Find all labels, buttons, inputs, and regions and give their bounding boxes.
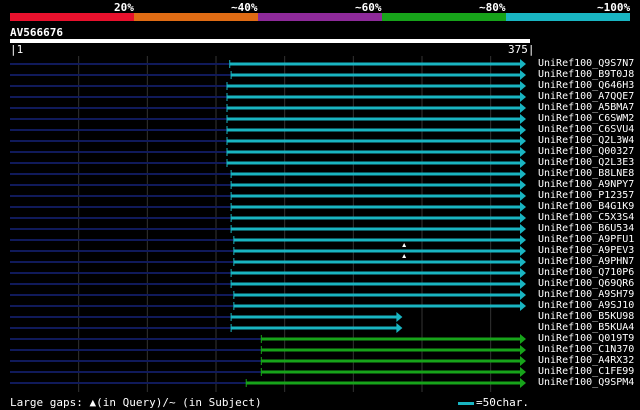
hit-bar[interactable] — [226, 117, 522, 121]
hit-bar[interactable] — [231, 183, 522, 187]
hit-arrow — [396, 312, 403, 322]
hit-bar[interactable] — [226, 95, 522, 99]
hit-bar[interactable] — [229, 62, 522, 66]
hit-arrow — [396, 323, 403, 333]
hit-bar[interactable] — [233, 304, 522, 308]
hit-bar[interactable] — [231, 326, 399, 330]
hit-label[interactable]: UniRef100_Q710P6 — [538, 267, 634, 278]
hit-bar[interactable] — [261, 370, 522, 374]
hit-label[interactable]: UniRef100_C5X3S4 — [538, 212, 634, 223]
hit-bar[interactable] — [246, 381, 523, 385]
hit-label[interactable]: UniRef100_C6SWM2 — [538, 113, 634, 124]
scale-legend: =50char. — [458, 396, 529, 409]
hit-label[interactable]: UniRef100_A5BMA7 — [538, 102, 634, 113]
hit-label[interactable]: UniRef100_C6SVU4 — [538, 124, 634, 135]
hit-label[interactable]: UniRef100_A9SH79 — [538, 289, 634, 300]
hit-label[interactable]: UniRef100_Q019T9 — [538, 333, 634, 344]
hit-bar[interactable] — [231, 73, 522, 77]
hit-bar[interactable] — [226, 84, 522, 88]
hit-bar[interactable] — [226, 128, 522, 132]
hit-label[interactable]: UniRef100_B4G1K9 — [538, 201, 634, 212]
hit-label[interactable]: UniRef100_B5KUA4 — [538, 322, 634, 333]
hit-arrow — [520, 224, 526, 234]
hit-arrow — [520, 301, 526, 311]
scale-swatch — [458, 401, 474, 405]
hit-bar[interactable] — [231, 205, 522, 209]
hit-bar[interactable] — [226, 161, 522, 165]
hit-label[interactable]: UniRef100_P12357 — [538, 190, 634, 201]
hit-arrow — [520, 268, 526, 278]
hit-arrow — [520, 191, 526, 201]
hit-arrow — [520, 235, 526, 245]
hit-label[interactable]: UniRef100_C1N370 — [538, 344, 634, 355]
hit-label[interactable]: UniRef100_A4RX32 — [538, 355, 634, 366]
hit-bar[interactable] — [231, 271, 522, 275]
hit-bar[interactable] — [231, 194, 522, 198]
hit-arrow — [520, 103, 526, 113]
hit-bar[interactable] — [226, 150, 522, 154]
query-gap-marker — [402, 254, 407, 258]
hit-arrow — [520, 70, 526, 80]
hit-arrow — [520, 81, 526, 91]
hit-arrow — [520, 345, 526, 355]
hit-arrow — [520, 367, 526, 377]
query-gap-marker — [402, 243, 407, 247]
hit-label[interactable]: UniRef100_Q2L3E3 — [538, 157, 634, 168]
hit-arrow — [520, 290, 526, 300]
hit-label[interactable]: UniRef100_Q9SPM4 — [538, 377, 634, 388]
hit-bar[interactable] — [261, 359, 522, 363]
hit-label[interactable]: UniRef100_B6U534 — [538, 223, 634, 234]
hit-arrow — [520, 213, 526, 223]
hit-label[interactable]: UniRef100_A9SJ10 — [538, 300, 634, 311]
hit-arrow — [520, 246, 526, 256]
hit-bar[interactable] — [261, 348, 522, 352]
hit-label[interactable]: UniRef100_A9PFU1 — [538, 234, 634, 245]
scale-legend-text: =50char. — [476, 396, 529, 409]
hit-bar[interactable] — [231, 282, 522, 286]
hit-bar[interactable] — [233, 238, 522, 242]
hit-label[interactable]: UniRef100_B5KU98 — [538, 311, 634, 322]
hit-arrow — [520, 257, 526, 267]
hit-label[interactable]: UniRef100_A7QQE7 — [538, 91, 634, 102]
gaps-legend: Large gaps: ▲(in Query)/~ (in Subject) — [10, 396, 262, 409]
hit-arrow — [520, 125, 526, 135]
hit-bar[interactable] — [233, 249, 522, 253]
hit-label[interactable]: UniRef100_Q00327 — [538, 146, 634, 157]
hit-arrow — [520, 59, 526, 69]
hit-arrow — [520, 147, 526, 157]
hit-bar[interactable] — [233, 293, 522, 297]
hit-label[interactable]: UniRef100_B8LNE8 — [538, 168, 634, 179]
hit-label[interactable]: UniRef100_Q69QR6 — [538, 278, 634, 289]
hit-arrow — [520, 378, 526, 388]
hit-arrow — [520, 158, 526, 168]
hit-bar[interactable] — [231, 216, 522, 220]
hit-arrow — [520, 169, 526, 179]
hit-label[interactable]: UniRef100_Q2L3W4 — [538, 135, 634, 146]
hit-arrow — [520, 279, 526, 289]
hit-label[interactable]: UniRef100_A9PHN7 — [538, 256, 634, 267]
hit-label[interactable]: UniRef100_C1FE99 — [538, 366, 634, 377]
hit-arrow — [520, 180, 526, 190]
hit-label[interactable]: UniRef100_A9PEV3 — [538, 245, 634, 256]
hit-arrow — [520, 114, 526, 124]
hit-arrow — [520, 136, 526, 146]
hit-arrow — [520, 202, 526, 212]
hit-arrow — [520, 334, 526, 344]
hit-bar[interactable] — [226, 139, 522, 143]
hit-bar[interactable] — [261, 337, 522, 341]
hit-label[interactable]: UniRef100_Q9S7N7 — [538, 58, 634, 69]
gaps-legend-text: Large gaps: ▲(in Query)/~ (in Subject) — [10, 396, 262, 409]
hit-arrow — [520, 92, 526, 102]
hit-bar[interactable] — [231, 227, 522, 231]
hit-label[interactable]: UniRef100_B9T0J8 — [538, 69, 634, 80]
hit-label[interactable]: UniRef100_Q646H3 — [538, 80, 634, 91]
hit-bar[interactable] — [231, 315, 399, 319]
hit-bar[interactable] — [231, 172, 522, 176]
hit-label[interactable]: UniRef100_A9NPY7 — [538, 179, 634, 190]
hit-bar[interactable] — [233, 260, 522, 264]
hit-bar[interactable] — [226, 106, 522, 110]
hit-arrow — [520, 356, 526, 366]
